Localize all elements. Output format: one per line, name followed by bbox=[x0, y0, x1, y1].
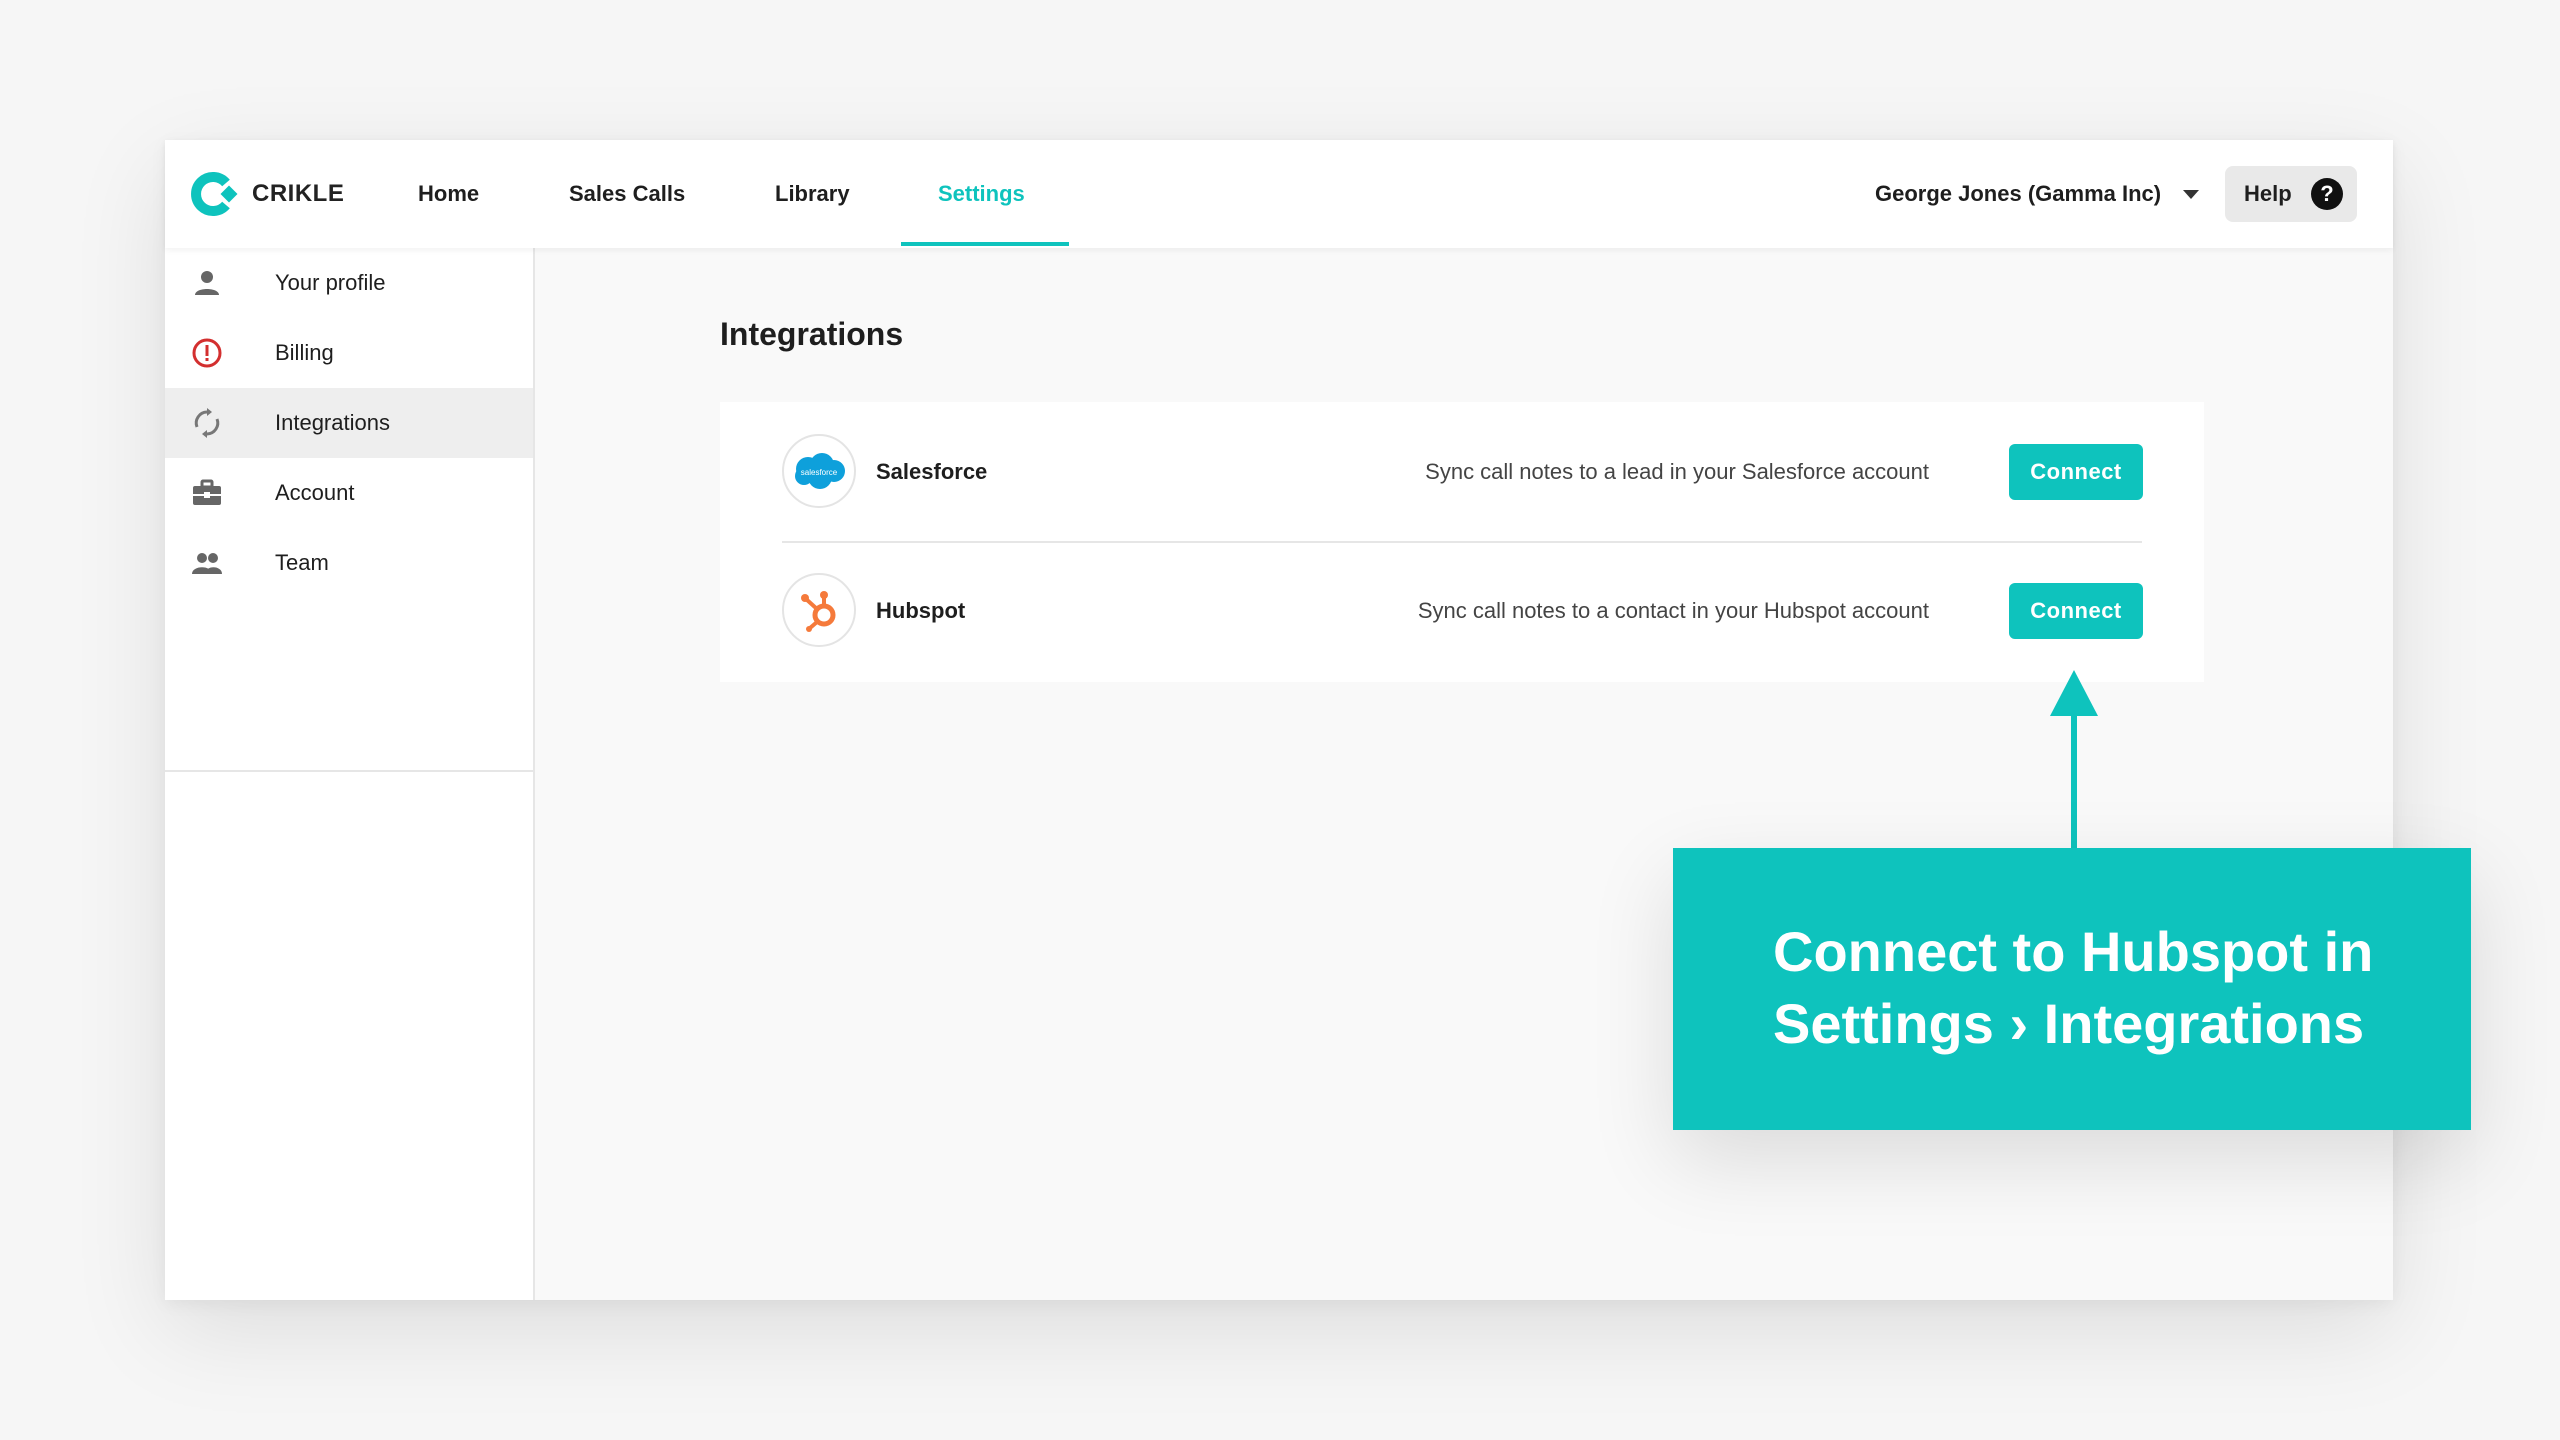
active-tab-indicator bbox=[901, 242, 1069, 246]
integration-row-salesforce: salesforce Salesforce Sync call notes to… bbox=[782, 402, 2143, 543]
page-title: Integrations bbox=[720, 316, 904, 352]
callout-line-2: Settings › Integrations bbox=[1773, 992, 2365, 1055]
help-label: Help bbox=[2244, 181, 2292, 206]
sidebar-item-label: Account bbox=[275, 480, 355, 505]
nav-sales-calls[interactable]: Sales Calls bbox=[569, 140, 685, 248]
crikle-logo[interactable]: CRIKLE bbox=[190, 170, 344, 218]
integration-description: Sync call notes to a lead in your Salesf… bbox=[1425, 458, 1929, 484]
user-name: George Jones (Gamma Inc) bbox=[1875, 181, 2162, 206]
callout-text: Connect to Hubspot in Settings › Integra… bbox=[1773, 916, 2453, 1060]
integrations-card: salesforce Salesforce Sync call notes to… bbox=[720, 402, 2204, 682]
salesforce-cloud-icon: salesforce bbox=[795, 453, 845, 489]
sidebar-item-label: Billing bbox=[275, 340, 334, 365]
brand-name: CRIKLE bbox=[252, 180, 345, 207]
briefcase-icon bbox=[193, 479, 221, 505]
sidebar-item-billing[interactable]: Billing bbox=[165, 318, 533, 388]
annotation-callout: Connect to Hubspot in Settings › Integra… bbox=[1673, 848, 2471, 1130]
salesforce-logo-text: salesforce bbox=[801, 468, 838, 477]
integration-row-hubspot: Hubspot Sync call notes to a contact in … bbox=[782, 541, 2143, 680]
question-mark-icon: ? bbox=[2311, 178, 2343, 210]
integration-name: Salesforce bbox=[876, 458, 988, 484]
hubspot-sprocket-icon bbox=[801, 591, 836, 632]
settings-sidebar: Your profile Billing Integrations Accoun… bbox=[165, 248, 535, 1300]
user-account-menu[interactable]: George Jones (Gamma Inc) bbox=[1875, 140, 2200, 248]
nav-settings[interactable]: Settings bbox=[938, 140, 1025, 248]
salesforce-logo: salesforce bbox=[782, 434, 856, 508]
sidebar-divider bbox=[165, 770, 535, 772]
alert-circle-icon bbox=[192, 338, 222, 368]
sidebar-item-your-profile[interactable]: Your profile bbox=[165, 248, 533, 318]
nav-home[interactable]: Home bbox=[418, 140, 479, 248]
callout-line-1: Connect to Hubspot in bbox=[1773, 920, 2374, 983]
sidebar-item-account[interactable]: Account bbox=[165, 458, 533, 528]
connect-salesforce-button[interactable]: Connect bbox=[2009, 444, 2143, 500]
connect-hubspot-button[interactable]: Connect bbox=[2009, 583, 2143, 639]
person-icon bbox=[195, 271, 219, 295]
group-icon bbox=[192, 553, 222, 574]
crikle-logo-icon bbox=[191, 172, 238, 216]
sidebar-item-label: Team bbox=[275, 550, 329, 575]
sync-icon bbox=[194, 408, 220, 438]
integration-name: Hubspot bbox=[876, 597, 966, 623]
caret-down-icon bbox=[2183, 189, 2200, 199]
help-button[interactable]: Help ? bbox=[2225, 166, 2357, 222]
sidebar-item-label: Your profile bbox=[275, 270, 386, 295]
sidebar-item-label: Integrations bbox=[275, 410, 390, 435]
hubspot-logo bbox=[782, 573, 856, 647]
sidebar-item-integrations[interactable]: Integrations bbox=[165, 388, 533, 458]
nav-library[interactable]: Library bbox=[775, 140, 850, 248]
sidebar-item-team[interactable]: Team bbox=[165, 528, 533, 598]
callout-arrow-line bbox=[2071, 710, 2077, 850]
top-navigation-bar: CRIKLE Home Sales Calls Library Settings… bbox=[165, 140, 2393, 248]
integration-description: Sync call notes to a contact in your Hub… bbox=[1417, 597, 1929, 623]
